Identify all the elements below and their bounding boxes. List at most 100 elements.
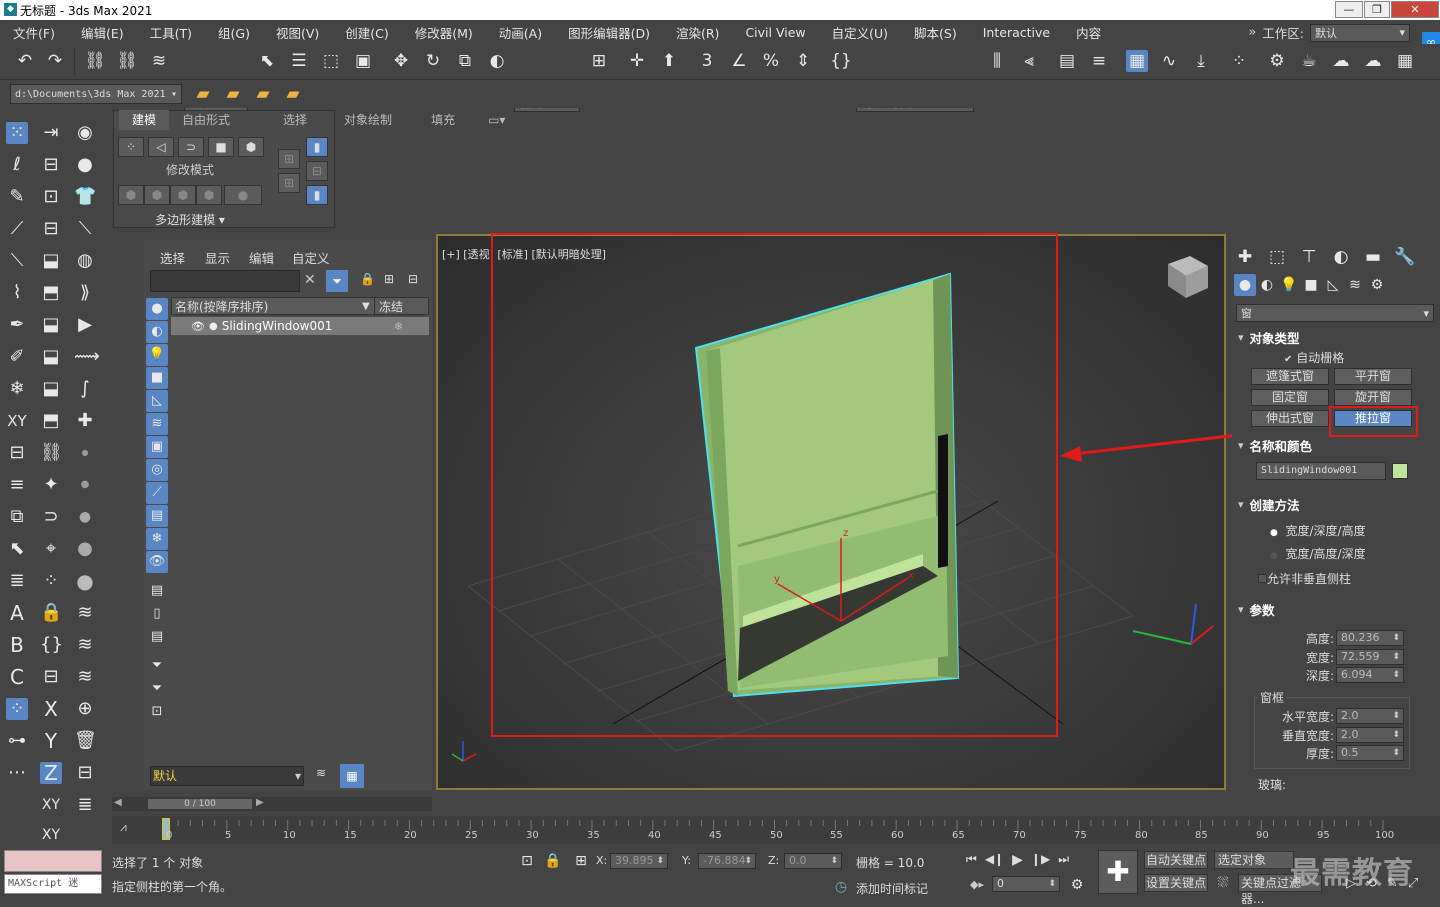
chevron-right-icon[interactable]: » [1248,25,1256,40]
frame-slider[interactable]: 0 / 100 [148,799,252,809]
filter-shapes-icon[interactable]: ◐ [146,321,168,343]
link-chain-icon[interactable]: ⛓ [40,442,63,464]
goto-start-icon[interactable]: ⏮ [966,852,977,868]
select-object-icon[interactable]: ⬉ [256,50,278,72]
rollout-creation-method[interactable]: 创建方法 [1232,495,1432,513]
scene-tab-select[interactable]: 选择 [160,248,185,267]
poly-tool5-icon[interactable]: ● [224,185,262,205]
maxscript-listener-pink[interactable] [4,850,102,872]
menu-graph-editors[interactable]: 图形编辑器(D) [555,23,663,42]
pan-view-icon[interactable]: ▷ [1346,876,1356,891]
ruler-icon[interactable]: ⊶ [6,730,28,752]
scene-layout-icon[interactable]: ▦ [340,764,364,788]
project-folder-icon[interactable]: ▰ [192,83,214,105]
menu-customize[interactable]: 自定义(U) [819,23,901,42]
column-name[interactable]: 名称(按降序排序) [172,298,362,315]
layer-dropdown[interactable]: 默认 ▾ [150,766,304,786]
set-project-icon[interactable]: ▰ [222,83,244,105]
bind-spacewarp-icon[interactable]: ≋ [148,50,170,72]
set-key-big-icon[interactable]: ✚ [1098,850,1138,894]
scene-tab-edit[interactable]: 编辑 [249,248,274,267]
mirror-icon[interactable]: ⫼ [986,50,1008,72]
nonvertical-checkbox[interactable]: 允许非垂直侧柱 [1258,570,1351,587]
filter-icon[interactable]: ⏷ [326,270,348,292]
rollout-parameters[interactable]: 参数 [1232,600,1432,618]
object-name-input[interactable]: SlidingWindow001 [1256,462,1386,480]
tab-object-paint[interactable]: 对象绘制 [320,110,405,130]
hierarchy-icon[interactable]: ⊡ [40,186,62,208]
text-c-icon[interactable]: C [6,666,28,688]
selected-object-dropdown[interactable]: 选定对象 [1214,851,1294,869]
text-a-icon[interactable]: A [6,602,28,624]
filter-box-icon[interactable]: ⊡ [146,701,168,723]
menu-rendering[interactable]: 渲染(R) [663,23,732,42]
rollout-name-color[interactable]: 名称和颜色 [1232,436,1432,454]
sort-scene-icon[interactable]: ⊟ [408,272,418,286]
layer-add-icon[interactable]: ≡ [6,474,28,496]
lights-category-icon[interactable]: 💡 [1278,274,1300,296]
filter-helpers-icon[interactable]: ◺ [146,390,168,412]
filter-geometry-icon[interactable]: ● [146,298,168,320]
star-icon[interactable]: ✦ [40,474,62,496]
depth-spinner[interactable]: 6.094 [1336,667,1404,683]
align-icon[interactable]: ⫷ [1018,50,1040,72]
ribbon-side3-icon[interactable]: ⊟ [306,161,328,181]
select-by-name-icon[interactable]: ☰ [288,50,310,72]
rect-selection-icon[interactable]: ⬚ [320,50,342,72]
utilities-tab-icon[interactable]: 🔧 [1394,246,1416,268]
spinner-snap-icon[interactable]: ⇕ [792,50,814,72]
percent-snap-icon[interactable]: % [760,50,782,72]
scene-scrollbar[interactable]: ◀ 0 / 100 ▶ [112,797,432,811]
add-time-tag[interactable]: 添加时间标记 [856,880,928,897]
layer-stack-icon[interactable]: ≣ [74,794,96,816]
track-icon[interactable]: ⟫ [74,282,96,304]
autogrid-checkbox[interactable]: ✔ 自动栅格 [1284,349,1344,366]
height-spinner[interactable]: 80.236 [1336,630,1404,646]
shapes-category-icon[interactable]: ◐ [1256,274,1278,296]
unlink-icon[interactable]: ⛓ [116,50,138,72]
rollout-object-type[interactable]: 对象类型 [1232,328,1432,346]
axis-z-icon[interactable]: Z [40,762,62,784]
trash-icon[interactable]: 🗑 [74,730,97,752]
curve-editor-icon[interactable]: ∿ [1158,50,1180,72]
tab-populate[interactable]: 填充 [405,110,468,130]
layer-icon[interactable]: ⊟ [40,154,62,176]
maxscript-input[interactable]: MAXScript 迷 [4,874,102,894]
filter-hidden-icon[interactable]: 👁 [146,551,168,573]
menu-file[interactable]: 文件(F) [0,23,68,42]
fov-icon[interactable]: ✎ [1387,876,1398,891]
save-icon[interactable]: ⬒ [40,410,62,432]
render-cloud-icon[interactable]: ▦ [1394,50,1416,72]
window-crossing-icon[interactable]: ▣ [352,50,374,72]
key-filter-icon[interactable]: ⛆ [1212,872,1234,894]
polygon-icon[interactable]: ■ [208,137,234,157]
snowflake-icon[interactable]: ❄ [6,378,28,400]
scene-tab-display[interactable]: 显示 [205,248,230,267]
poly-tool4-icon[interactable]: ⬢ [196,185,222,205]
awning-window-button[interactable]: 遮篷式窗 [1251,368,1329,385]
orbit-icon[interactable]: ⟲ [1366,876,1377,891]
geometry-category-icon[interactable]: ● [1234,274,1256,296]
paint-icon[interactable]: ⌇ [6,282,28,304]
lock-icon[interactable]: 🔒 [40,602,62,624]
method-radio-whd[interactable]: ● 宽度/高度/深度 [1270,545,1366,562]
select-all-icon[interactable]: ▤ [146,580,168,602]
goto-end-icon[interactable]: ⏭ [1058,852,1069,868]
menu-tools[interactable]: 工具(T) [137,23,205,42]
layers-icon[interactable]: ⧉ [6,506,28,528]
menu-group[interactable]: 组(G) [205,23,263,42]
paint-select-icon[interactable]: ✎ [6,186,28,208]
modify-tab-icon[interactable]: ⬚ [1266,246,1288,268]
toggle-ribbon-icon[interactable]: ≡ [1088,50,1110,72]
next-frame-icon[interactable]: ❙▶ [1031,852,1050,868]
display-icon[interactable]: ⊟ [40,218,62,240]
axis-x-icon[interactable]: X [40,698,62,720]
menu-modifiers[interactable]: 修改器(M) [402,23,486,42]
layer-toggle-icon[interactable]: ≋ [316,766,326,780]
shirt-icon[interactable]: 👕 [74,186,96,208]
cameras-category-icon[interactable]: ■ [1300,274,1322,296]
redo-icon[interactable]: ↷ [44,50,66,72]
helpers-category-icon[interactable]: ◺ [1322,274,1344,296]
select-tool-icon[interactable]: ⁙ [6,122,28,144]
restore-button[interactable]: ❐ [1364,1,1390,18]
